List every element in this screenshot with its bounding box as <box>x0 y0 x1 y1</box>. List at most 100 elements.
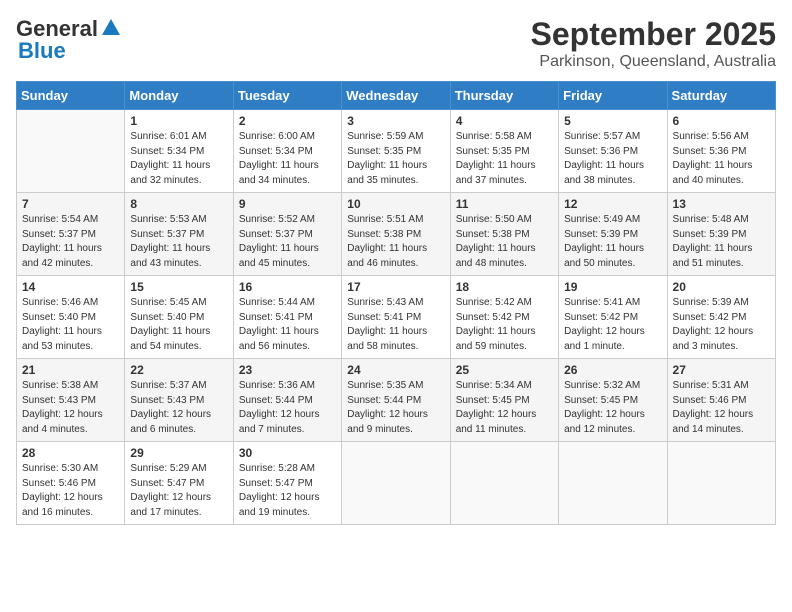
day-info: Sunrise: 5:51 AMSunset: 5:38 PMDaylight:… <box>347 213 444 271</box>
day-number: 15 <box>130 280 227 294</box>
day-number: 30 <box>239 446 336 460</box>
day-header-tuesday: Tuesday <box>233 82 341 110</box>
day-number: 13 <box>673 197 770 211</box>
day-info: Sunrise: 5:30 AMSunset: 5:46 PMDaylight:… <box>22 462 119 520</box>
calendar-week-row: 28 Sunrise: 5:30 AMSunset: 5:46 PMDayligh… <box>17 442 776 525</box>
day-number: 26 <box>564 363 661 377</box>
calendar-cell: 11 Sunrise: 5:50 AMSunset: 5:38 PMDayligh… <box>450 193 558 276</box>
calendar-cell: 3 Sunrise: 5:59 AMSunset: 5:35 PMDaylight… <box>342 110 450 193</box>
calendar-cell: 30 Sunrise: 5:28 AMSunset: 5:47 PMDayligh… <box>233 442 341 525</box>
day-info: Sunrise: 5:48 AMSunset: 5:39 PMDaylight:… <box>673 213 770 271</box>
calendar-cell: 26 Sunrise: 5:32 AMSunset: 5:45 PMDayligh… <box>559 359 667 442</box>
calendar-cell <box>559 442 667 525</box>
day-number: 20 <box>673 280 770 294</box>
calendar-cell: 21 Sunrise: 5:38 AMSunset: 5:43 PMDayligh… <box>17 359 125 442</box>
day-number: 6 <box>673 114 770 128</box>
calendar-cell: 25Sunrise: 5:34 AMSunset: 5:45 PMDayligh… <box>450 359 558 442</box>
calendar-cell <box>342 442 450 525</box>
day-header-friday: Friday <box>559 82 667 110</box>
calendar-week-row: 14Sunrise: 5:46 AMSunset: 5:40 PMDayligh… <box>17 276 776 359</box>
day-info: Sunrise: 5:50 AMSunset: 5:38 PMDaylight:… <box>456 213 553 271</box>
calendar-cell: 17 Sunrise: 5:43 AMSunset: 5:41 PMDayligh… <box>342 276 450 359</box>
calendar-cell: 14Sunrise: 5:46 AMSunset: 5:40 PMDayligh… <box>17 276 125 359</box>
day-info: Sunrise: 5:58 AMSunset: 5:35 PMDaylight:… <box>456 130 553 188</box>
day-number: 8 <box>130 197 227 211</box>
day-number: 1 <box>130 114 227 128</box>
day-info: Sunrise: 5:43 AMSunset: 5:41 PMDaylight:… <box>347 296 444 354</box>
day-number: 28 <box>22 446 119 460</box>
day-number: 29 <box>130 446 227 460</box>
day-info: Sunrise: 5:41 AMSunset: 5:42 PMDaylight:… <box>564 296 661 354</box>
logo: General Blue <box>16 16 122 64</box>
calendar-cell: 1 Sunrise: 6:01 AMSunset: 5:34 PMDaylight… <box>125 110 233 193</box>
day-number: 11 <box>456 197 553 211</box>
page-header: General Blue September 2025 Parkinson, Q… <box>16 16 776 71</box>
day-number: 19 <box>564 280 661 294</box>
day-number: 2 <box>239 114 336 128</box>
day-number: 3 <box>347 114 444 128</box>
day-info: Sunrise: 6:00 AMSunset: 5:34 PMDaylight:… <box>239 130 336 188</box>
calendar-cell <box>450 442 558 525</box>
day-number: 21 <box>22 363 119 377</box>
calendar-cell: 2 Sunrise: 6:00 AMSunset: 5:34 PMDaylight… <box>233 110 341 193</box>
calendar-cell: 27Sunrise: 5:31 AMSunset: 5:46 PMDayligh… <box>667 359 775 442</box>
day-number: 5 <box>564 114 661 128</box>
day-info: Sunrise: 5:35 AMSunset: 5:44 PMDaylight:… <box>347 379 444 437</box>
day-number: 23 <box>239 363 336 377</box>
calendar-cell: 6Sunrise: 5:56 AMSunset: 5:36 PMDaylight… <box>667 110 775 193</box>
day-info: Sunrise: 5:45 AMSunset: 5:40 PMDaylight:… <box>130 296 227 354</box>
day-number: 27 <box>673 363 770 377</box>
calendar-subtitle: Parkinson, Queensland, Australia <box>531 53 776 71</box>
day-info: Sunrise: 5:29 AMSunset: 5:47 PMDaylight:… <box>130 462 227 520</box>
day-number: 24 <box>347 363 444 377</box>
calendar-cell <box>667 442 775 525</box>
day-number: 18 <box>456 280 553 294</box>
calendar-cell: 23 Sunrise: 5:36 AMSunset: 5:44 PMDayligh… <box>233 359 341 442</box>
calendar-week-row: 7Sunrise: 5:54 AMSunset: 5:37 PMDaylight… <box>17 193 776 276</box>
day-number: 9 <box>239 197 336 211</box>
day-info: Sunrise: 5:39 AMSunset: 5:42 PMDaylight:… <box>673 296 770 354</box>
day-number: 17 <box>347 280 444 294</box>
calendar-table: SundayMondayTuesdayWednesdayThursdayFrid… <box>16 81 776 525</box>
day-header-monday: Monday <box>125 82 233 110</box>
calendar-week-row: 21 Sunrise: 5:38 AMSunset: 5:43 PMDayligh… <box>17 359 776 442</box>
day-info: Sunrise: 5:54 AMSunset: 5:37 PMDaylight:… <box>22 213 119 271</box>
day-info: Sunrise: 5:59 AMSunset: 5:35 PMDaylight:… <box>347 130 444 188</box>
calendar-cell: 19 Sunrise: 5:41 AMSunset: 5:42 PMDayligh… <box>559 276 667 359</box>
calendar-week-row: 1 Sunrise: 6:01 AMSunset: 5:34 PMDaylight… <box>17 110 776 193</box>
day-number: 25 <box>456 363 553 377</box>
day-number: 4 <box>456 114 553 128</box>
day-info: Sunrise: 5:49 AMSunset: 5:39 PMDaylight:… <box>564 213 661 271</box>
calendar-cell: 7Sunrise: 5:54 AMSunset: 5:37 PMDaylight… <box>17 193 125 276</box>
day-header-wednesday: Wednesday <box>342 82 450 110</box>
calendar-cell: 13 Sunrise: 5:48 AMSunset: 5:39 PMDayligh… <box>667 193 775 276</box>
day-info: Sunrise: 5:38 AMSunset: 5:43 PMDaylight:… <box>22 379 119 437</box>
calendar-cell: 10Sunrise: 5:51 AMSunset: 5:38 PMDayligh… <box>342 193 450 276</box>
calendar-cell: 20 Sunrise: 5:39 AMSunset: 5:42 PMDayligh… <box>667 276 775 359</box>
day-info: Sunrise: 5:53 AMSunset: 5:37 PMDaylight:… <box>130 213 227 271</box>
calendar-cell: 8 Sunrise: 5:53 AMSunset: 5:37 PMDaylight… <box>125 193 233 276</box>
day-info: Sunrise: 5:32 AMSunset: 5:45 PMDaylight:… <box>564 379 661 437</box>
calendar-cell: 24 Sunrise: 5:35 AMSunset: 5:44 PMDayligh… <box>342 359 450 442</box>
day-info: Sunrise: 5:44 AMSunset: 5:41 PMDaylight:… <box>239 296 336 354</box>
calendar-cell: 12Sunrise: 5:49 AMSunset: 5:39 PMDayligh… <box>559 193 667 276</box>
calendar-cell: 28 Sunrise: 5:30 AMSunset: 5:46 PMDayligh… <box>17 442 125 525</box>
day-number: 14 <box>22 280 119 294</box>
day-number: 22 <box>130 363 227 377</box>
day-header-saturday: Saturday <box>667 82 775 110</box>
day-info: Sunrise: 5:37 AMSunset: 5:43 PMDaylight:… <box>130 379 227 437</box>
calendar-cell: 29 Sunrise: 5:29 AMSunset: 5:47 PMDayligh… <box>125 442 233 525</box>
calendar-cell: 18Sunrise: 5:42 AMSunset: 5:42 PMDayligh… <box>450 276 558 359</box>
title-section: September 2025 Parkinson, Queensland, Au… <box>531 16 776 71</box>
logo-icon <box>100 17 122 42</box>
day-info: Sunrise: 5:28 AMSunset: 5:47 PMDaylight:… <box>239 462 336 520</box>
calendar-cell: 16 Sunrise: 5:44 AMSunset: 5:41 PMDayligh… <box>233 276 341 359</box>
day-number: 16 <box>239 280 336 294</box>
calendar-header-row: SundayMondayTuesdayWednesdayThursdayFrid… <box>17 82 776 110</box>
calendar-title: September 2025 <box>531 16 776 53</box>
day-info: Sunrise: 5:52 AMSunset: 5:37 PMDaylight:… <box>239 213 336 271</box>
day-info: Sunrise: 6:01 AMSunset: 5:34 PMDaylight:… <box>130 130 227 188</box>
calendar-cell <box>17 110 125 193</box>
calendar-cell: 22 Sunrise: 5:37 AMSunset: 5:43 PMDayligh… <box>125 359 233 442</box>
day-info: Sunrise: 5:36 AMSunset: 5:44 PMDaylight:… <box>239 379 336 437</box>
